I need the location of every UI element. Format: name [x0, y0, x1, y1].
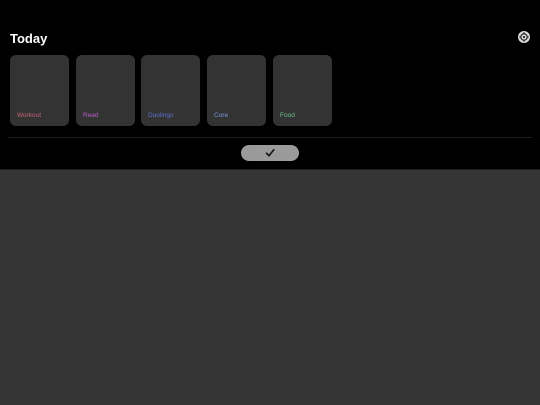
habit-card-read[interactable]: Read [76, 55, 135, 126]
habit-label: Read [83, 112, 99, 119]
today-panel: Today Workout Read Duolingo Core Food [0, 0, 540, 170]
habit-label: Food [280, 112, 295, 119]
content-area [0, 170, 540, 405]
habit-card-workout[interactable]: Workout [10, 55, 69, 126]
divider [8, 137, 532, 138]
habit-card-core[interactable]: Core [207, 55, 266, 126]
page-title: Today [10, 31, 48, 46]
habit-card-food[interactable]: Food [273, 55, 332, 126]
habit-tracker-app: Today Workout Read Duolingo Core Food [0, 0, 540, 405]
confirm-button[interactable] [241, 145, 299, 161]
gear-icon [519, 32, 529, 42]
habit-label: Core [214, 112, 229, 119]
habit-label: Duolingo [148, 112, 174, 119]
habit-card-duolingo[interactable]: Duolingo [141, 55, 200, 126]
habit-label: Workout [17, 112, 42, 119]
settings-button[interactable] [518, 31, 530, 43]
checkmark-icon [265, 149, 275, 157]
